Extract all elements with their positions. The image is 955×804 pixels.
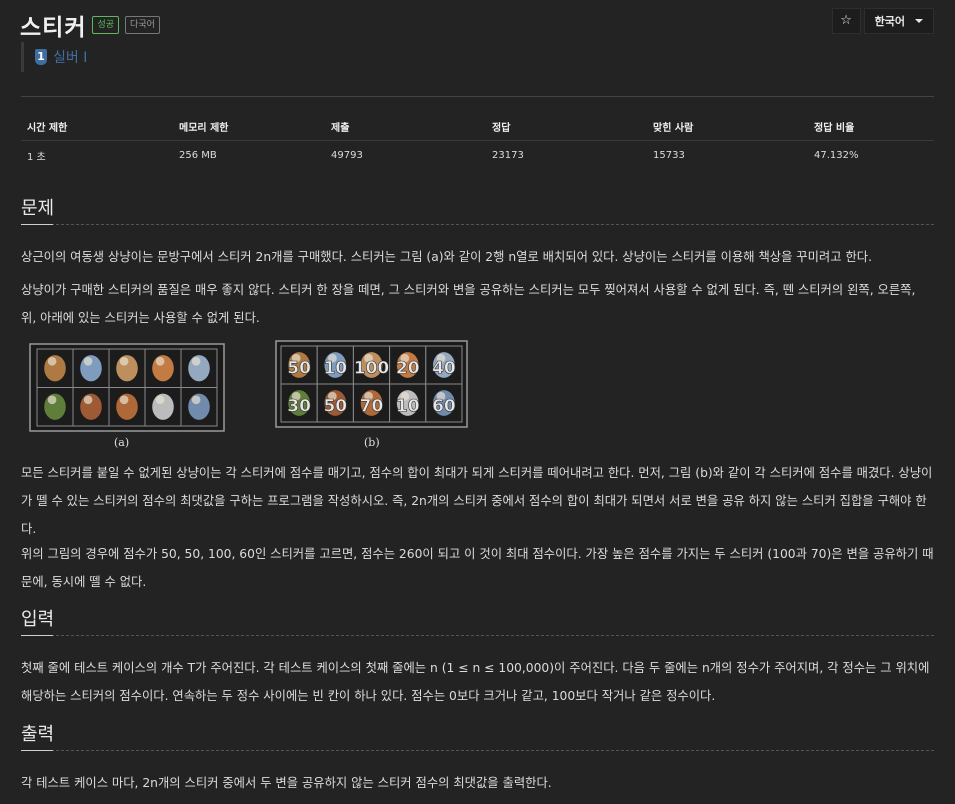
sticker-score: 60: [432, 396, 456, 416]
value-time-limit: 1 초: [27, 151, 46, 163]
figure-a-caption: (a): [114, 436, 130, 449]
header-memory-limit: 메모리 제한: [173, 112, 325, 141]
output-description: 각 테스트 케이스 마다, 2n개의 스티커 중에서 두 변을 공유하지 않는 …: [21, 776, 552, 790]
value-solved-users[interactable]: 15733: [647, 141, 808, 170]
section-divider: [21, 750, 934, 751]
problem-paragraph-2: 상냥이가 구매한 스티커의 품질은 매우 좋지 않다. 스티커 한 장을 떼면,…: [21, 283, 916, 325]
problem-paragraph-3: 모든 스티커를 붙일 수 없게된 상냥이는 각 스티커에 점수를 매기고, 점수…: [21, 466, 933, 536]
section-title-input: 입력: [21, 609, 55, 630]
chevron-down-icon: [915, 19, 923, 23]
table-row: 1 초 256 MB 49793 23173 15733 47.132%: [21, 141, 934, 170]
multilang-badge[interactable]: 다국어: [125, 16, 160, 34]
header-solved-users: 맞힌 사람: [647, 112, 808, 141]
sticker-image: [119, 395, 129, 405]
header-time-limit: 시간 제한: [21, 112, 173, 141]
input-description: 첫째 줄에 테스트 케이스의 개수 T가 주어진다. 각 테스트 케이스의 첫째…: [21, 661, 930, 703]
sticker-score: 20: [396, 358, 420, 378]
sticker-image: [155, 357, 165, 366]
section-underline: [21, 750, 53, 751]
section-title-output: 출력: [21, 724, 55, 745]
section-title-problem: 문제: [21, 198, 55, 219]
sticker-image: [191, 357, 201, 366]
sticker-score: 30: [287, 396, 311, 416]
sticker-grid: 50 10 100 20 40 30 50 70 10 60: [280, 345, 463, 423]
sticker-image: [47, 357, 57, 366]
sticker-score: 10: [323, 358, 347, 378]
sticker-score: 100: [354, 358, 390, 378]
section-divider: [21, 224, 934, 225]
sticker-score: 10: [396, 396, 420, 416]
sticker-image: [155, 395, 165, 405]
header-submissions: 제출: [325, 112, 486, 141]
header-accepted: 정답: [486, 112, 647, 141]
section-underline: [21, 224, 53, 225]
page-title: 스티커: [20, 15, 87, 41]
success-badge[interactable]: 성공: [92, 16, 120, 34]
sticker-image: [47, 395, 57, 405]
divider: [21, 96, 934, 97]
tier-icon: 1: [35, 49, 47, 65]
section-underline: [21, 635, 53, 636]
sticker-grid: [36, 348, 218, 427]
section-divider: [21, 635, 934, 636]
value-submissions[interactable]: 49793: [325, 141, 486, 170]
sticker-score: 50: [323, 396, 347, 416]
table-header-row: 시간 제한 메모리 제한 제출 정답 맞힌 사람 정답 비율: [21, 112, 934, 141]
problem-info-table: 시간 제한 메모리 제한 제출 정답 맞힌 사람 정답 비율 1 초 256 M…: [21, 112, 934, 169]
sticker-score: 70: [360, 396, 384, 416]
value-memory-limit: 256 MB: [179, 149, 217, 161]
problem-paragraph-4: 위의 그림의 경우에 점수가 50, 50, 100, 60인 스티커를 고르면…: [21, 547, 934, 589]
sticker-score: 40: [432, 358, 456, 378]
sticker-image: [83, 395, 93, 405]
toolbar: ☆ 한국어: [831, 8, 934, 34]
problem-paragraph-1: 상근이의 여동생 상냥이는 문방구에서 스티커 2n개를 구매했다. 스티커는 …: [21, 250, 872, 264]
sticker-image: [191, 395, 201, 405]
star-button[interactable]: ☆: [831, 8, 861, 34]
figure-b-caption: (b): [364, 436, 380, 449]
language-dropdown[interactable]: 한국어: [863, 8, 934, 34]
tier-name[interactable]: 실버 I: [53, 47, 87, 67]
sticker-image: [83, 357, 93, 366]
header-accept-ratio: 정답 비율: [808, 112, 934, 141]
language-label: 한국어: [874, 15, 905, 28]
sticker-score: 50: [287, 358, 311, 378]
value-accept-ratio: 47.132%: [814, 149, 859, 161]
tier-info: 1 실버 I: [21, 42, 87, 72]
problem-header: 스티커 성공 다국어: [20, 8, 160, 42]
sticker-image: [119, 357, 129, 366]
value-accepted[interactable]: 23173: [486, 141, 647, 170]
